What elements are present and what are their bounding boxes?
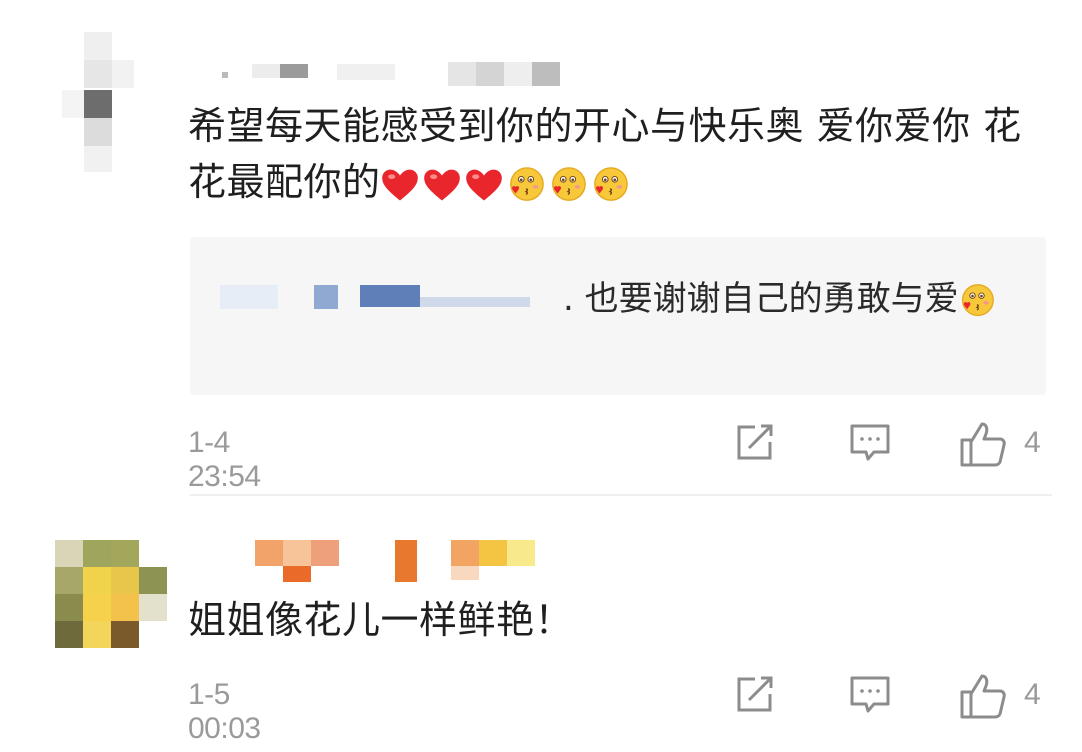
heart-emoji (381, 169, 418, 200)
comment-text: 希望每天能感受到你的开心与快乐奥 爱你爱你 花花最配你的 (188, 104, 1022, 204)
blushing-kiss-emoji (961, 283, 994, 316)
username-blurred[interactable] (222, 62, 562, 86)
blushing-kiss-emoji (551, 166, 586, 201)
avatar[interactable] (55, 540, 167, 648)
reply-box[interactable]: . 也要谢谢自己的勇敢与爱 (190, 237, 1046, 395)
comment-icon[interactable] (848, 672, 892, 716)
heart-emoji (423, 169, 460, 200)
blushing-kiss-emoji (509, 166, 544, 201)
comment-icon[interactable] (848, 420, 892, 464)
like-icon[interactable] (958, 420, 1008, 468)
comment-text: 姐姐像花儿一样鲜艳！ (188, 598, 574, 642)
avatar[interactable] (62, 32, 158, 172)
like-icon[interactable] (958, 672, 1008, 720)
timestamp: 1-5 00:03 (188, 678, 261, 745)
like-count: 4 (1024, 426, 1041, 459)
comment-item: 姐姐像花儿一样鲜艳！ 1-5 00:03 4 (0, 495, 1082, 752)
like-count: 4 (1024, 678, 1041, 711)
heart-emoji (465, 169, 502, 200)
timestamp: 1-4 23:54 (188, 426, 261, 493)
repost-icon[interactable] (733, 672, 777, 716)
emoji-group (381, 160, 633, 204)
username-blurred[interactable] (255, 540, 535, 582)
repost-icon[interactable] (733, 420, 777, 464)
reply-text: . 也要谢谢自己的勇敢与爱 (218, 272, 1018, 326)
blushing-kiss-emoji (593, 166, 628, 201)
comment-item: 希望每天能感受到你的开心与快乐奥 爱你爱你 花花最配你的 . 也要谢谢自己的勇敢… (0, 0, 1082, 495)
